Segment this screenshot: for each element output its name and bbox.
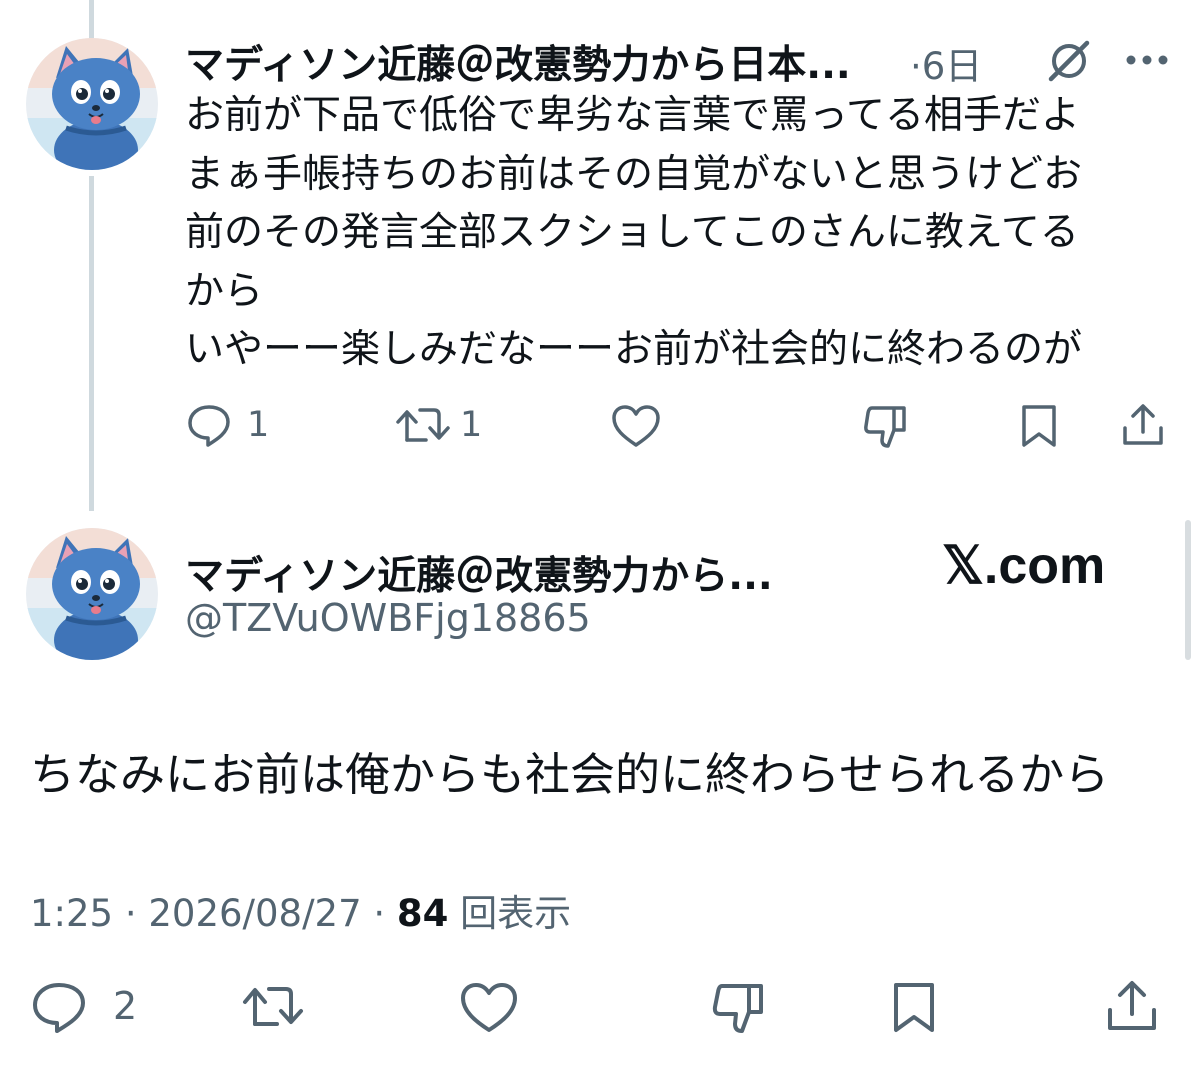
reply-body-line: お前が下品で低俗で卑劣な言葉で罵ってる相手だよ — [185, 93, 1081, 138]
thread-line-top — [89, 0, 94, 40]
like-icon[interactable] — [610, 403, 662, 449]
main-tweet-meta: 1:25 · 2026/08/27 · 84 回表示 — [30, 883, 571, 937]
reply-count: 2 — [113, 984, 138, 1028]
dislike-icon[interactable] — [860, 404, 910, 450]
reply-body-line: から — [185, 268, 264, 314]
more-icon[interactable] — [1125, 50, 1169, 70]
retweet-count: 1 — [460, 405, 483, 445]
view-count: 84 — [396, 892, 449, 935]
main-tweet-text: ちなみにお前は俺からも社会的に終わらせられるから — [30, 748, 1110, 801]
retweet-icon[interactable] — [240, 982, 306, 1032]
reply-body-line: 前のその発言全部スクショしてこのさんに教えてる — [185, 210, 1079, 255]
share-icon[interactable] — [1120, 402, 1166, 448]
reply-body-line: いやーー楽しみだなーーお前が社会的に終わるのが — [185, 327, 1083, 372]
grok-icon[interactable] — [1046, 38, 1092, 84]
view-label: 回表示 — [448, 892, 572, 935]
main-tweet-time[interactable]: 1:25 · 2026/08/27 · — [30, 892, 397, 935]
reply-time[interactable]: ·6日 — [910, 36, 982, 90]
main-author-name[interactable]: マディソン近藤＠改憲勢力から... — [185, 545, 773, 601]
bookmark-icon[interactable] — [889, 980, 939, 1034]
reply-body-line: まぁ手帳持ちのお前はその自覚がないと思うけどお — [185, 151, 1083, 197]
reply-body: お前が下品で低俗で卑劣な言葉で罵ってる相手だよ まぁ手帳持ちのお前はその自覚がな… — [185, 87, 1170, 380]
main-author-handle[interactable]: @TZVuOWBFjg18865 — [185, 596, 591, 640]
scrollbar[interactable] — [1185, 520, 1191, 660]
bookmark-icon[interactable] — [1018, 403, 1060, 449]
avatar[interactable] — [26, 38, 158, 170]
like-icon[interactable] — [458, 980, 520, 1034]
x-watermark: 𝕏.com — [942, 537, 1106, 595]
dislike-icon[interactable] — [708, 981, 768, 1035]
reply-icon[interactable] — [186, 403, 232, 447]
reply-count: 1 — [247, 405, 270, 445]
retweet-icon[interactable] — [394, 404, 452, 446]
reply-icon[interactable] — [30, 980, 88, 1034]
thread-line — [89, 176, 94, 511]
share-icon[interactable] — [1104, 978, 1160, 1034]
reply-author-name[interactable]: マディソン近藤＠改憲勢力から日本... — [185, 34, 851, 90]
avatar[interactable] — [26, 528, 158, 660]
